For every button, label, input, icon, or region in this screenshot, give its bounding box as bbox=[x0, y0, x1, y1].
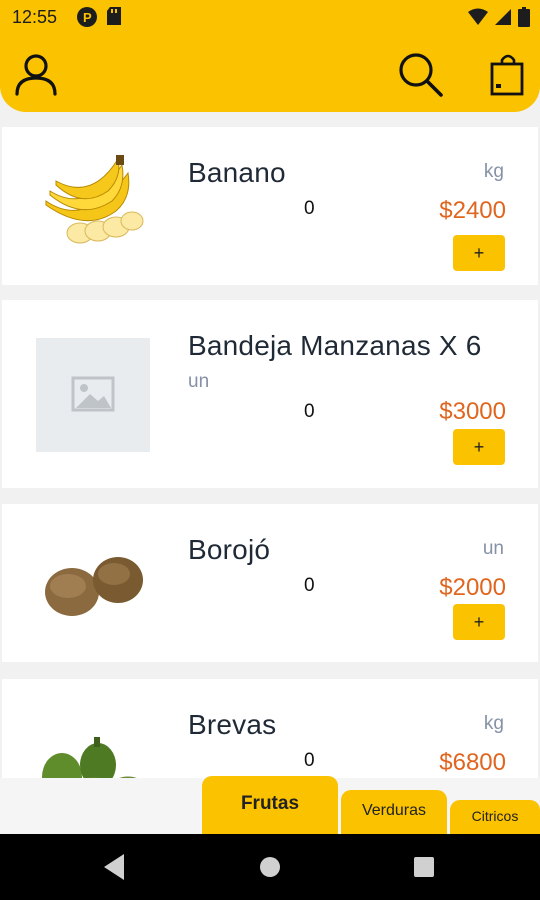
status-time: 12:55 bbox=[12, 7, 58, 27]
product-price: $3000 bbox=[439, 398, 506, 425]
system-navigation-bar bbox=[0, 834, 540, 900]
status-notification-icons: P bbox=[76, 6, 122, 28]
category-tabs: Frutas Verduras Citricos bbox=[0, 776, 540, 834]
product-image-borojo bbox=[36, 532, 152, 648]
product-quantity: 0 bbox=[304, 401, 315, 422]
product-name: Borojó bbox=[188, 534, 271, 565]
app-notification-icon: P bbox=[77, 7, 97, 27]
app-header: 12:55 P bbox=[0, 0, 540, 112]
status-bar: 12:55 P bbox=[0, 0, 540, 36]
add-to-cart-button[interactable]: + bbox=[453, 429, 505, 465]
tab-citricos[interactable]: Citricos bbox=[450, 800, 540, 834]
product-quantity: 0 bbox=[304, 750, 315, 771]
product-quantity: 0 bbox=[304, 198, 315, 219]
add-to-cart-button[interactable]: + bbox=[453, 235, 505, 271]
product-card[interactable]: Borojó un 0 $2000 + bbox=[2, 504, 538, 662]
product-card[interactable]: Banano kg 0 $2400 + bbox=[2, 127, 538, 285]
search-icon[interactable] bbox=[396, 50, 444, 98]
product-card[interactable]: Brevas kg 0 $6800 bbox=[2, 679, 538, 778]
placeholder-image-icon bbox=[36, 338, 150, 452]
shopping-bag-icon[interactable] bbox=[484, 50, 532, 98]
product-price: $2000 bbox=[439, 574, 506, 601]
tab-verduras[interactable]: Verduras bbox=[341, 790, 447, 834]
status-system-icons bbox=[468, 7, 530, 27]
product-name: Banano bbox=[188, 157, 286, 188]
recents-icon[interactable] bbox=[414, 857, 434, 877]
tab-frutas[interactable]: Frutas bbox=[202, 776, 338, 834]
user-icon[interactable] bbox=[12, 50, 60, 98]
sd-card-icon bbox=[107, 7, 121, 25]
home-icon[interactable] bbox=[260, 857, 280, 877]
product-card[interactable]: Bandeja Manzanas X 6 un 0 $3000 + bbox=[2, 300, 538, 488]
product-unit: kg bbox=[483, 713, 504, 734]
product-price: $2400 bbox=[439, 197, 506, 224]
product-unit: kg bbox=[483, 161, 504, 182]
wifi-icon bbox=[468, 8, 488, 25]
back-icon[interactable] bbox=[104, 854, 124, 880]
product-unit: un bbox=[482, 538, 504, 559]
product-price: $6800 bbox=[439, 749, 506, 776]
product-name: Bandeja Manzanas X 6 bbox=[188, 330, 482, 361]
product-list[interactable]: Banano kg 0 $2400 + Bandeja Manzanas X 6… bbox=[0, 118, 540, 778]
battery-icon bbox=[518, 7, 530, 27]
signal-icon bbox=[495, 9, 511, 25]
add-to-cart-button[interactable]: + bbox=[453, 604, 505, 640]
product-unit: un bbox=[188, 371, 210, 392]
product-name: Brevas bbox=[188, 709, 277, 740]
svg-text:P: P bbox=[83, 10, 92, 25]
product-image-figs bbox=[36, 707, 152, 778]
product-image-bananas bbox=[36, 149, 152, 265]
product-quantity: 0 bbox=[304, 575, 315, 596]
